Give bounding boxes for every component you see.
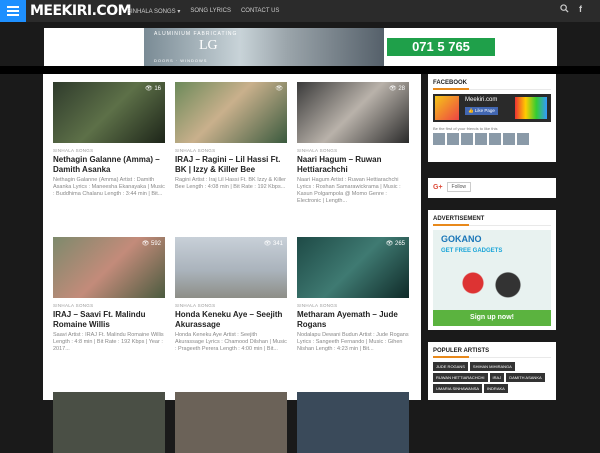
post-thumbnail[interactable]: 👁 592 (53, 237, 165, 298)
post-title[interactable]: IRAJ – Ragini – Lil Hassi Ft. BK | Izzy … (175, 155, 287, 174)
divider-band (0, 66, 600, 74)
artist-tag[interactable]: JUDE ROGANS (433, 362, 468, 371)
search-icon[interactable] (560, 4, 569, 15)
fb-page-plugin[interactable]: Meekiri.com 👍 Like Page (433, 94, 551, 122)
gplus-follow-button[interactable]: Follow (446, 182, 471, 192)
nav-song-lyrics[interactable]: SONG LYRICS (190, 8, 231, 14)
banner-subtitle: DOORS · WINDOWS (154, 58, 208, 63)
post-card[interactable]: 👁 265 SINHALA SONGS Metharam Ayemath – J… (297, 237, 409, 353)
fb-page-avatar (435, 96, 459, 120)
artist-tag[interactable]: INDRAKA (484, 384, 508, 393)
site-logo[interactable]: MEEKIRI.COM (30, 3, 132, 19)
post-card[interactable]: 👁 28 SINHALA SONGS Naari Hagum – Ruwan H… (297, 82, 409, 205)
post-excerpt: Nethagin Galanne (Amma) Artist : Damith … (53, 177, 165, 197)
fb-like-button[interactable]: 👍 Like Page (465, 107, 498, 115)
post-excerpt: Ragini Artist : Iraj Lil Hassi Ft. BK Iz… (175, 177, 286, 190)
post-card[interactable] (53, 392, 165, 453)
post-excerpt: Nodalapu Dewani Budun Artist : Jude Roga… (297, 332, 409, 352)
fb-friends-text: Be the first of your friends to like thi… (433, 126, 498, 131)
widget-title: FACEBOOK (433, 80, 468, 86)
post-category[interactable]: SINHALA SONGS (297, 148, 409, 153)
nav-sinhala-songs[interactable]: SINHALA SONGS ▾ (127, 8, 180, 15)
fb-page-name[interactable]: Meekiri.com (465, 97, 497, 103)
artist-tag[interactable]: SHIHAN MIHIRANGA (469, 362, 515, 371)
widget-title: POPULER ARTISTS (433, 348, 490, 354)
view-count: 👁 28 (389, 86, 405, 92)
post-thumbnail[interactable]: 👁 (175, 82, 287, 143)
sidebar: FACEBOOK Meekiri.com 👍 Like Page Be the … (428, 74, 556, 400)
post-excerpt: Honda Keneku Aye Artist : Seejith Akuras… (175, 332, 287, 352)
banner-title: ALUMINIUM FABRICATING (154, 31, 238, 37)
post-title[interactable]: Naari Hagum – Ruwan Hettiarachchi (297, 155, 409, 174)
post-title[interactable]: IRAJ – Saavi Ft. Malindu Romaine Willis (53, 310, 165, 329)
artist-tags: JUDE ROGANS SHIHAN MIHIRANGA RUWAN HETTI… (428, 358, 556, 397)
artist-tag[interactable]: RUWAN HETTIARACHCHI (433, 373, 488, 382)
post-card[interactable] (175, 392, 287, 453)
banner-phone: 071 5 765 (387, 38, 495, 56)
post-thumbnail[interactable] (53, 392, 165, 453)
post-category[interactable]: SINHALA SONGS (53, 148, 165, 153)
post-card[interactable]: 👁 592 SINHALA SONGS IRAJ – Saavi Ft. Mal… (53, 237, 165, 353)
advertisement-widget: ADVERTISEMENT GOKANO GET FREE GADGETS Si… (428, 210, 556, 330)
google-plus-icon: G+ (433, 183, 443, 191)
facebook-icon[interactable]: f (579, 4, 582, 15)
popular-artists-widget: POPULER ARTISTS JUDE ROGANS SHIHAN MIHIR… (428, 342, 556, 400)
post-thumbnail[interactable]: 👁 28 (297, 82, 409, 143)
banner-brand: LG (199, 38, 218, 53)
post-card[interactable] (297, 392, 409, 453)
post-title[interactable]: Nethagin Galanne (Amma) – Damith Asanka (53, 155, 165, 174)
post-grid: 👁 16 SINHALA SONGS Nethagin Galanne (Amm… (43, 74, 421, 453)
hamburger-menu-button[interactable] (0, 0, 26, 22)
post-category[interactable]: SINHALA SONGS (53, 303, 165, 308)
post-thumbnail[interactable]: 👁 265 (297, 237, 409, 298)
post-category[interactable]: SINHALA SONGS (175, 148, 287, 153)
post-card[interactable]: 👁 341 SINHALA SONGS Honda Keneku Aye – S… (175, 237, 287, 353)
gokano-logo: GOKANO (441, 234, 482, 244)
view-count: 👁 16 (145, 86, 161, 92)
post-thumbnail[interactable]: 👁 341 (175, 237, 287, 298)
gadgets-image (443, 264, 543, 302)
post-title[interactable]: Honda Keneku Aye – Seejith Akurassage (175, 310, 287, 329)
post-thumbnail[interactable] (175, 392, 287, 453)
view-count: 👁 265 (385, 241, 405, 247)
view-count: 👁 (275, 86, 283, 92)
signup-button[interactable]: Sign up now! (433, 310, 551, 326)
fb-cover-image (515, 97, 547, 119)
view-count: 👁 592 (141, 241, 161, 247)
post-card[interactable]: 👁 16 SINHALA SONGS Nethagin Galanne (Amm… (53, 82, 165, 198)
post-excerpt: Naari Hagum Artist : Ruwan Hettiarachchi… (297, 177, 401, 204)
artist-tag[interactable]: DAMITH ASANKA (506, 373, 545, 382)
fb-friend-faces (433, 133, 551, 145)
post-category[interactable]: SINHALA SONGS (175, 303, 287, 308)
post-thumbnail[interactable] (297, 392, 409, 453)
post-title[interactable]: Metharam Ayemath – Jude Rogans (297, 310, 409, 329)
google-plus-widget: G+ Follow (428, 178, 556, 198)
nav-contact-us[interactable]: CONTACT US (241, 8, 279, 14)
main-nav: SINHALA SONGS ▾ SONG LYRICS CONTACT US (127, 0, 279, 22)
post-category[interactable]: SINHALA SONGS (297, 303, 409, 308)
post-thumbnail[interactable]: 👁 16 (53, 82, 165, 143)
gokano-ad[interactable]: GOKANO GET FREE GADGETS Sign up now! (433, 230, 551, 326)
artist-tag[interactable]: IRAJ (489, 373, 505, 382)
widget-title: ADVERTISEMENT (433, 216, 485, 222)
artist-tag[interactable]: UMARIA SINHAWANSA (433, 384, 483, 393)
view-count: 👁 341 (263, 241, 283, 247)
facebook-widget: FACEBOOK Meekiri.com 👍 Like Page Be the … (428, 74, 556, 162)
top-navbar: MEEKIRI.COM SINHALA SONGS ▾ SONG LYRICS … (0, 0, 600, 22)
post-excerpt: Saavi Artist : IRAJ Ft. Malindu Romaine … (53, 332, 164, 352)
post-card[interactable]: 👁 SINHALA SONGS IRAJ – Ragini – Lil Hass… (175, 82, 287, 191)
ad-tagline: GET FREE GADGETS (441, 248, 503, 254)
ad-banner[interactable]: ALUMINIUM FABRICATING LG DOORS · WINDOWS… (44, 28, 557, 66)
